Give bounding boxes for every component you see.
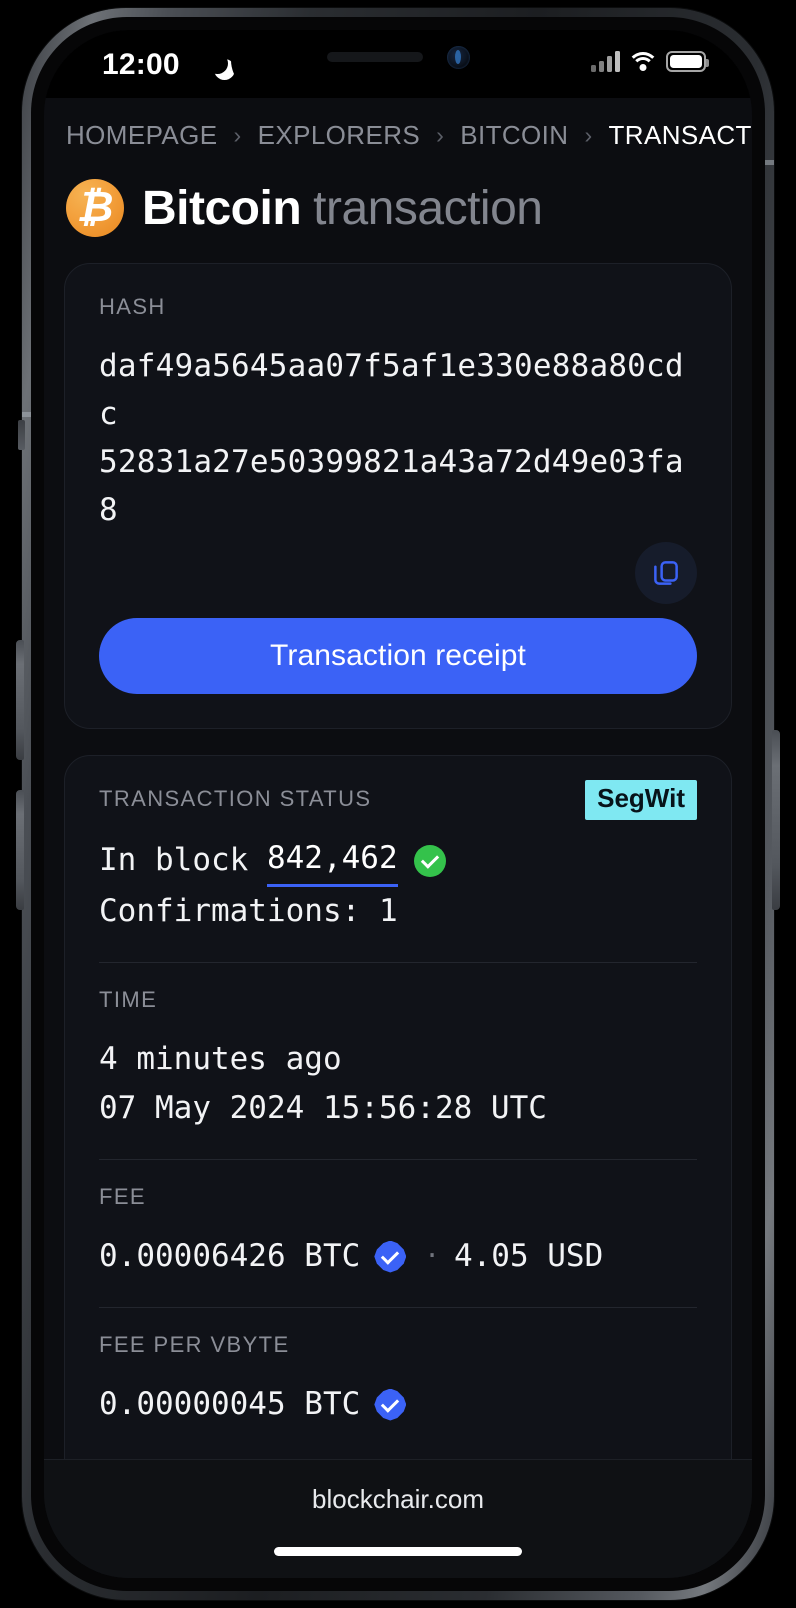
volume-up-button[interactable] — [16, 640, 24, 760]
time-label: TIME — [99, 987, 158, 1013]
transaction-hash: daf49a5645aa07f5af1e330e88a80cdc 52831a2… — [99, 342, 697, 534]
home-indicator[interactable] — [274, 1547, 522, 1556]
page-content: HOMEPAGE › EXPLORERS › BITCOIN › TRANSAC… — [44, 98, 752, 1578]
copy-hash-button[interactable] — [635, 542, 697, 605]
front-camera-icon — [447, 46, 470, 69]
hash-line-2: 52831a27e50399821a43a72d49e03fa8 — [99, 444, 684, 529]
browser-url-label[interactable]: blockchair.com — [44, 1484, 752, 1515]
time-absolute: 07 May 2024 15:56:28 UTC — [99, 1090, 547, 1127]
wifi-icon — [627, 50, 659, 72]
time-section: TIME 4 minutes ago 07 May 2024 15:56:28 … — [99, 963, 697, 1133]
page-title-main: Bitcoin — [142, 181, 302, 235]
earpiece-speaker — [327, 52, 423, 62]
breadcrumb: HOMEPAGE › EXPLORERS › BITCOIN › TRANSAC… — [44, 98, 752, 151]
transaction-details-card: TRANSACTION STATUS SegWit In block 842,4… — [64, 755, 732, 1574]
status-bar-indicators — [591, 50, 709, 72]
fee-per-vbyte-row: 0.00000045 BTC — [99, 1380, 697, 1429]
bitcoin-logo-icon: ₿ — [66, 179, 124, 237]
copy-icon — [654, 561, 678, 586]
page-title: ₿ Bitcoin transaction — [44, 151, 752, 237]
chevron-right-icon: › — [584, 122, 593, 148]
fee-per-vbyte-section: FEE PER VBYTE 0.00000045 BTC — [99, 1308, 697, 1429]
chevron-right-icon: › — [233, 122, 242, 148]
hash-label: HASH — [99, 294, 166, 319]
volume-down-button[interactable] — [16, 790, 24, 910]
segwit-badge: SegWit — [585, 780, 697, 821]
page-title-sub: transaction — [313, 181, 543, 235]
confirmations-row: Confirmations: 1 — [99, 893, 398, 930]
verified-check-icon — [374, 1388, 407, 1421]
fee-section: FEE 0.00006426 BTC · 4.05 USD — [99, 1160, 697, 1281]
check-circle-icon — [413, 844, 446, 877]
fee-btc-value: 0.00006426 BTC — [99, 1238, 361, 1275]
transaction-status-label: TRANSACTION STATUS — [99, 786, 372, 812]
breadcrumb-item-explorers[interactable]: EXPLORERS — [258, 120, 421, 151]
breadcrumb-item-transaction: TRANSACT — [608, 120, 752, 150]
browser-bottom-bar: blockchair.com — [44, 1459, 752, 1578]
chevron-right-icon: › — [436, 122, 445, 148]
fee-label: FEE — [99, 1184, 146, 1210]
hash-card: HASH daf49a5645aa07f5af1e330e88a80cdc 52… — [64, 263, 732, 730]
webpage: HOMEPAGE › EXPLORERS › BITCOIN › TRANSAC… — [44, 30, 752, 1578]
block-row: In block 842,462 — [99, 834, 697, 888]
status-bar-clock: 12:00 — [102, 48, 180, 81]
device-notch — [231, 30, 565, 94]
mute-switch[interactable] — [18, 420, 25, 450]
page-title-text: Bitcoin transaction — [142, 181, 543, 236]
cellular-signal-icon — [591, 50, 620, 72]
block-prefix: In block — [99, 842, 249, 879]
battery-full-icon — [666, 50, 709, 72]
power-button[interactable] — [772, 730, 780, 910]
fee-separator: · — [424, 1241, 440, 1271]
screenshot-stage: HOMEPAGE › EXPLORERS › BITCOIN › TRANSAC… — [0, 0, 796, 1608]
hash-line-1: daf49a5645aa07f5af1e330e88a80cdc — [99, 348, 684, 433]
verified-check-icon — [374, 1240, 407, 1273]
breadcrumb-item-bitcoin[interactable]: BITCOIN — [460, 120, 568, 151]
copy-row — [99, 542, 697, 605]
breadcrumb-item-homepage[interactable]: HOMEPAGE — [66, 120, 218, 151]
transaction-receipt-button[interactable]: Transaction receipt — [99, 618, 697, 695]
phone-screen: HOMEPAGE › EXPLORERS › BITCOIN › TRANSAC… — [44, 30, 752, 1578]
fee-per-vbyte-label: FEE PER VBYTE — [99, 1332, 290, 1358]
fee-row: 0.00006426 BTC · 4.05 USD — [99, 1232, 697, 1281]
bitcoin-glyph: ₿ — [76, 183, 114, 230]
time-relative: 4 minutes ago — [99, 1041, 342, 1078]
fee-usd-value: 4.05 USD — [453, 1238, 604, 1275]
status-header: TRANSACTION STATUS SegWit — [99, 780, 697, 834]
moon-icon — [207, 53, 228, 74]
fee-per-vbyte-value: 0.00000045 BTC — [99, 1386, 361, 1423]
block-number-link[interactable]: 842,462 — [266, 834, 398, 888]
